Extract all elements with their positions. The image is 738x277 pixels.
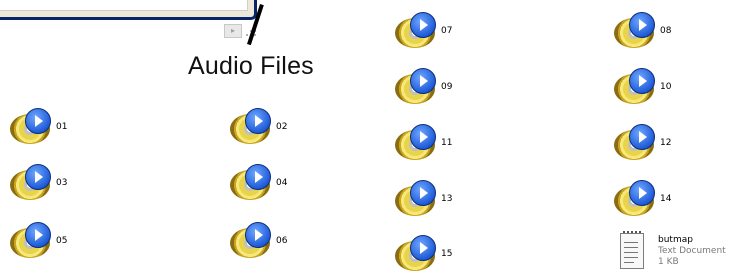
file-name: 11 (441, 138, 453, 148)
file-item-05[interactable]: 05 (8, 222, 67, 260)
file-name: 03 (56, 178, 68, 188)
audio-cd-icon (612, 180, 658, 218)
audio-cd-icon (228, 222, 274, 260)
file-item-14[interactable]: 14 (612, 180, 671, 218)
file-item-01[interactable]: 01 (8, 108, 67, 146)
file-name: 04 (276, 178, 288, 188)
file-name: 02 (276, 122, 288, 132)
audio-cd-icon (8, 108, 54, 146)
audio-cd-icon (612, 12, 658, 50)
audio-cd-icon (8, 164, 54, 202)
file-item-10[interactable]: 10 (612, 68, 671, 106)
file-item-07[interactable]: 07 (393, 12, 452, 50)
audio-cd-icon (8, 222, 54, 260)
window-content-area (0, 0, 248, 11)
file-name: 01 (56, 122, 68, 132)
document-name: butmap (658, 234, 693, 245)
audio-cd-icon (228, 108, 274, 146)
file-name: 05 (56, 236, 68, 246)
file-item-08[interactable]: 08 (612, 12, 671, 50)
file-name: 13 (441, 194, 453, 204)
audio-cd-icon (393, 235, 439, 273)
audio-cd-icon (228, 164, 274, 202)
scroll-right-button[interactable]: ▸ (224, 24, 242, 38)
audio-cd-icon (393, 68, 439, 106)
file-item-13[interactable]: 13 (393, 180, 452, 218)
document-type: Text Document (658, 245, 726, 256)
explorer-window-fragment (0, 0, 257, 20)
file-item-02[interactable]: 02 (228, 108, 287, 146)
file-name: 08 (660, 26, 672, 36)
audio-cd-icon (612, 124, 658, 162)
text-document-icon (620, 231, 644, 269)
file-item-15[interactable]: 15 (393, 235, 452, 273)
file-item-06[interactable]: 06 (228, 222, 287, 260)
file-item-11[interactable]: 11 (393, 124, 452, 162)
file-name: 06 (276, 236, 288, 246)
audio-cd-icon (393, 12, 439, 50)
file-name: 07 (441, 26, 453, 36)
audio-cd-icon (393, 180, 439, 218)
file-item-09[interactable]: 09 (393, 68, 452, 106)
audio-cd-icon (393, 124, 439, 162)
file-name: 15 (441, 249, 453, 259)
file-name: 09 (441, 82, 453, 92)
file-item-butmap[interactable]: butmap Text Document 1 KB (620, 231, 726, 269)
file-name: 14 (660, 194, 672, 204)
audio-cd-icon (612, 68, 658, 106)
file-name: 12 (660, 138, 672, 148)
document-size: 1 KB (658, 256, 679, 267)
file-item-04[interactable]: 04 (228, 164, 287, 202)
callout-label: Audio Files (188, 52, 314, 80)
file-item-12[interactable]: 12 (612, 124, 671, 162)
file-name: 10 (660, 82, 672, 92)
document-details: butmap Text Document 1 KB (658, 235, 726, 268)
file-item-03[interactable]: 03 (8, 164, 67, 202)
